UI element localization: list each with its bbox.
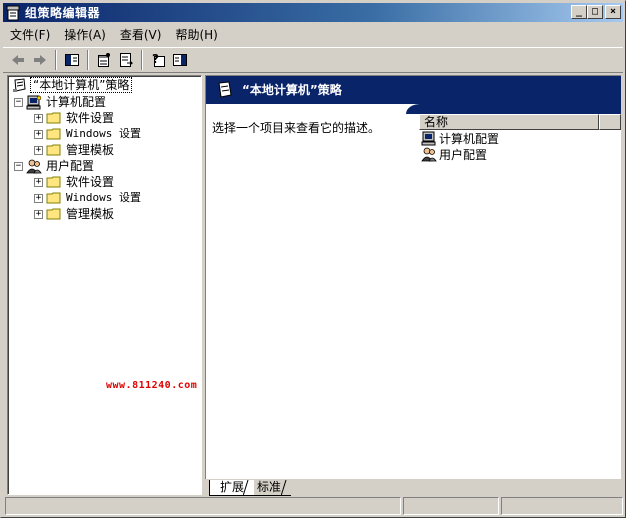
detail-banner-title: “本地计算机”策略 bbox=[242, 83, 342, 97]
collapse-toggle[interactable]: − bbox=[14, 97, 23, 107]
tree-label-admin-templates: 管理模板 bbox=[66, 143, 115, 157]
tree-label-admin-templates: 管理模板 bbox=[66, 207, 115, 221]
status-panel-secondary bbox=[403, 497, 499, 515]
export-list-icon bbox=[120, 53, 134, 67]
tree-label-software-settings: 软件设置 bbox=[66, 111, 115, 125]
tree-item-user-software-settings[interactable]: + 软件设置 bbox=[34, 174, 116, 190]
list-item-label: 计算机配置 bbox=[439, 131, 500, 146]
list-header: 名称 bbox=[419, 114, 621, 130]
folder-icon bbox=[46, 144, 61, 156]
tree-item-computer-admin-templates[interactable]: + 管理模板 bbox=[34, 142, 116, 158]
detail-pane[interactable]: “本地计算机”策略 选择一个项目来查看它的描述。 名称 计算机配置 用户配置 bbox=[205, 75, 621, 479]
users-icon bbox=[421, 147, 437, 162]
toolbar-separator bbox=[141, 50, 143, 70]
show-hide-tree-button[interactable] bbox=[61, 49, 83, 71]
window-controls: _ □ × bbox=[571, 5, 621, 19]
status-panel-tertiary bbox=[501, 497, 623, 515]
expand-toggle[interactable]: + bbox=[34, 177, 43, 187]
folder-icon bbox=[46, 176, 61, 188]
collapse-toggle[interactable]: − bbox=[14, 161, 23, 171]
banner-curve bbox=[406, 104, 621, 114]
toolbar-separator bbox=[55, 50, 57, 70]
show-hide-action-pane-icon bbox=[173, 54, 187, 66]
tree-item-computer-config[interactable]: − 计算机配置 bbox=[14, 94, 108, 110]
tree-label-windows-settings: Windows 设置 bbox=[66, 191, 141, 204]
show-hide-tree-icon bbox=[65, 54, 79, 66]
watermark-text: www.811240.com bbox=[106, 380, 198, 391]
tree-label-software-settings: 软件设置 bbox=[66, 175, 115, 189]
folder-icon bbox=[46, 112, 61, 124]
forward-button[interactable] bbox=[29, 49, 51, 71]
tree-label-root: “本地计算机”策略 bbox=[30, 77, 133, 93]
properties-icon bbox=[98, 53, 110, 67]
expand-toggle[interactable]: + bbox=[34, 113, 43, 123]
menu-help[interactable]: 帮助(H) bbox=[168, 25, 224, 45]
back-button[interactable] bbox=[7, 49, 29, 71]
column-header-filler bbox=[599, 114, 621, 130]
detail-banner: “本地计算机”策略 bbox=[206, 76, 621, 104]
menu-file[interactable]: 文件(F) bbox=[3, 25, 57, 45]
view-tabs: 扩展 标准 bbox=[205, 480, 621, 496]
title-bar[interactable]: 组策略编辑器 _ □ × bbox=[3, 3, 623, 22]
svg-text:?: ? bbox=[152, 52, 159, 66]
status-bar bbox=[5, 497, 623, 515]
users-icon bbox=[26, 159, 42, 174]
tree-pane[interactable]: “本地计算机”策略 − 计算机配置 + 软件设置 + Windows 设置 + … bbox=[7, 75, 202, 495]
export-list-button[interactable] bbox=[115, 49, 137, 71]
properties-button[interactable] bbox=[93, 49, 115, 71]
folder-icon bbox=[46, 208, 61, 220]
expand-toggle[interactable]: + bbox=[34, 145, 43, 155]
tree-item-computer-software-settings[interactable]: + 软件设置 bbox=[34, 110, 116, 126]
computer-icon bbox=[26, 95, 42, 110]
toolbar-separator bbox=[87, 50, 89, 70]
folder-icon bbox=[46, 192, 61, 204]
group-policy-app-icon bbox=[5, 5, 21, 21]
forward-arrow-icon bbox=[34, 55, 46, 65]
window-title: 组策略编辑器 bbox=[25, 6, 101, 20]
tree-item-user-config[interactable]: − 用户配置 bbox=[14, 158, 96, 174]
maximize-button[interactable]: □ bbox=[587, 5, 603, 19]
tree-label-computer-config: 计算机配置 bbox=[46, 95, 107, 109]
list-item-label: 用户配置 bbox=[439, 147, 488, 162]
list-item[interactable]: 用户配置 bbox=[421, 146, 487, 162]
back-arrow-icon bbox=[12, 55, 24, 65]
expand-toggle[interactable]: + bbox=[34, 193, 43, 203]
description-text: 选择一个项目来查看它的描述。 bbox=[212, 121, 381, 135]
column-header-name[interactable]: 名称 bbox=[419, 114, 599, 130]
tree-item-user-admin-templates[interactable]: + 管理模板 bbox=[34, 206, 116, 222]
tree-item-computer-windows-settings[interactable]: + Windows 设置 bbox=[34, 126, 143, 142]
computer-icon bbox=[421, 131, 436, 146]
tree-item-user-windows-settings[interactable]: + Windows 设置 bbox=[34, 190, 143, 206]
help-button[interactable]: ? bbox=[147, 49, 169, 71]
list-item[interactable]: 计算机配置 bbox=[421, 130, 499, 146]
expand-toggle[interactable]: + bbox=[34, 129, 43, 139]
tab-edge bbox=[281, 480, 287, 496]
toolbar: ? bbox=[3, 47, 623, 73]
tree-label-user-config: 用户配置 bbox=[46, 159, 95, 173]
expand-toggle[interactable]: + bbox=[34, 209, 43, 219]
menu-view[interactable]: 查看(V) bbox=[113, 25, 169, 45]
help-icon: ? bbox=[152, 52, 165, 67]
tree-label-windows-settings: Windows 设置 bbox=[66, 127, 141, 140]
menu-action[interactable]: 操作(A) bbox=[57, 25, 113, 45]
main-window: 组策略编辑器 _ □ × 文件(F) 操作(A) 查看(V) 帮助(H) ? “… bbox=[0, 0, 626, 518]
status-panel-main bbox=[5, 497, 401, 515]
close-button[interactable]: × bbox=[605, 5, 621, 19]
menu-bar: 文件(F) 操作(A) 查看(V) 帮助(H) bbox=[3, 24, 623, 46]
show-hide-action-pane-button[interactable] bbox=[169, 49, 191, 71]
policy-scroll-icon bbox=[13, 78, 26, 92]
policy-scroll-icon bbox=[218, 81, 232, 98]
tree-item-root[interactable]: “本地计算机”策略 bbox=[12, 77, 133, 93]
minimize-button[interactable]: _ bbox=[571, 5, 587, 19]
folder-icon bbox=[46, 128, 61, 140]
